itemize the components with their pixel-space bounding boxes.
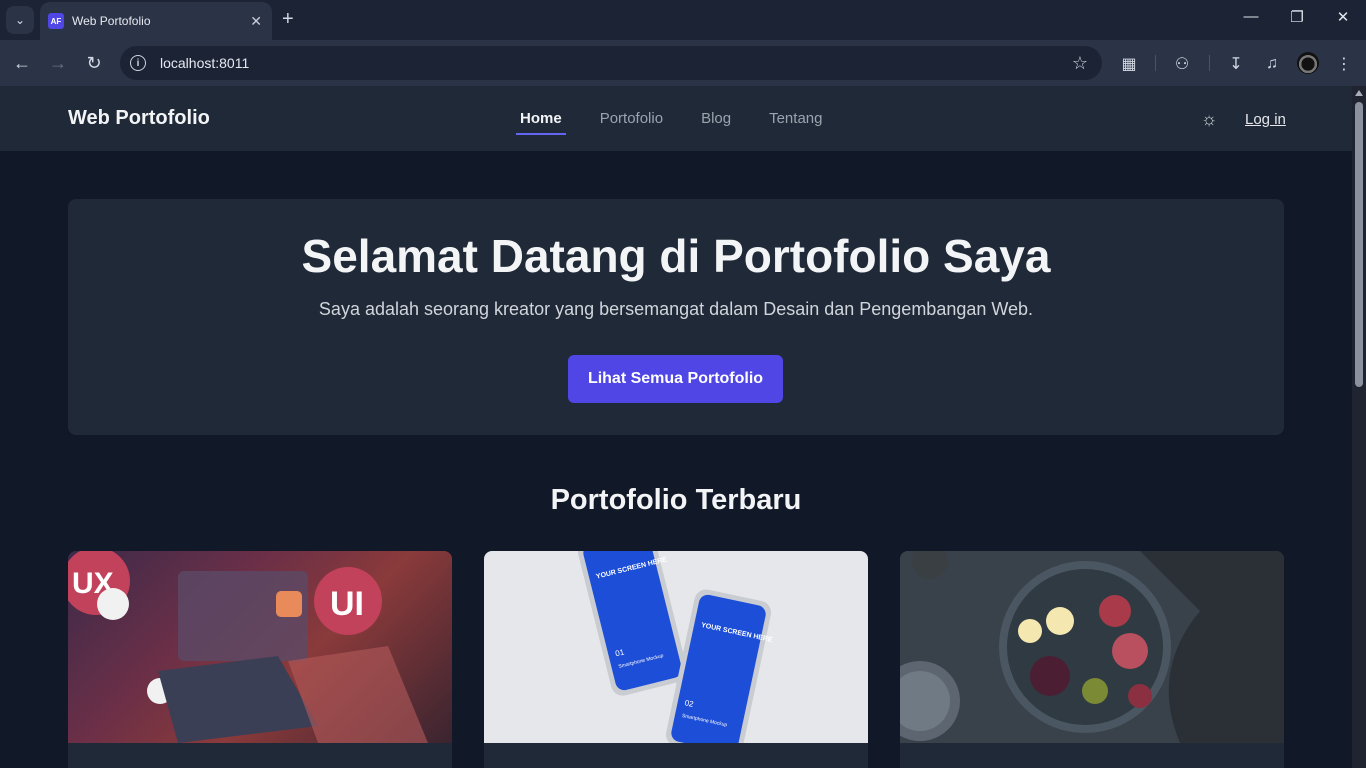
- back-icon[interactable]: ←: [10, 51, 34, 75]
- nav-item-portofolio[interactable]: Portofolio: [600, 110, 663, 133]
- url-text[interactable]: localhost:8011: [160, 55, 1072, 71]
- bookmark-star-icon[interactable]: ☆: [1072, 53, 1088, 74]
- portfolio-card[interactable]: UX UI: [68, 551, 452, 768]
- hero-section: Selamat Datang di Portofolio Saya Saya a…: [68, 199, 1284, 435]
- tab-title: Web Portofolio: [72, 14, 151, 28]
- site-brand[interactable]: Web Portofolio: [68, 107, 210, 130]
- browser-tab[interactable]: AF Web Portofolio ✕: [40, 2, 272, 40]
- nav-item-tentang[interactable]: Tentang: [769, 110, 822, 133]
- toolbar-divider: [1155, 55, 1156, 71]
- browser-toolbar: ← → ↻ i localhost:8011 ☆ ▦ ⚇ ↧ ♫ ⋮: [0, 40, 1366, 86]
- address-bar[interactable]: i localhost:8011 ☆: [120, 46, 1102, 80]
- translate-icon[interactable]: ⚇: [1170, 52, 1194, 76]
- download-icon[interactable]: ↧: [1224, 52, 1248, 76]
- image-text-ui: UI: [330, 585, 364, 623]
- restore-icon[interactable]: ❐: [1274, 8, 1320, 26]
- hero-title: Selamat Datang di Portofolio Saya: [301, 230, 1051, 282]
- main-nav: Home Portofolio Blog Tentang: [516, 110, 822, 135]
- nav-item-home[interactable]: Home: [516, 110, 566, 135]
- site-header: Web Portofolio Home Portofolio Blog Tent…: [0, 86, 1352, 151]
- scrollbar-thumb[interactable]: [1355, 102, 1363, 387]
- smartphone-mockup-illustration: YOUR SCREEN HERE 01 Smartphone Mockup YO…: [577, 551, 773, 758]
- browser-tab-strip: ⌄ AF Web Portofolio ✕ + — ❐ ✕: [0, 0, 1366, 40]
- hero-subtitle: Saya adalah seorang kreator yang bersema…: [318, 299, 1034, 319]
- view-all-portfolio-button[interactable]: Lihat Semua Portofolio: [568, 355, 783, 403]
- login-link[interactable]: Log in: [1245, 111, 1286, 128]
- nav-item-blog[interactable]: Blog: [701, 110, 731, 133]
- tab-search-icon[interactable]: ⌄: [6, 6, 34, 34]
- portfolio-thumbnail-food-platter[interactable]: [900, 551, 1284, 743]
- portfolio-card[interactable]: [900, 551, 1284, 768]
- forward-icon[interactable]: →: [46, 51, 70, 75]
- food-platter-illustration: [900, 551, 1284, 743]
- vertical-scrollbar[interactable]: [1352, 86, 1366, 768]
- ux-ui-illustration: UX UI: [68, 551, 428, 743]
- portfolio-thumbnail-smartphone-mockup[interactable]: YOUR SCREEN HERE 01 Smartphone Mockup YO…: [484, 551, 868, 758]
- toolbar-divider: [1209, 55, 1210, 71]
- new-tab-icon[interactable]: +: [282, 8, 294, 30]
- extensions-icon[interactable]: ▦: [1117, 52, 1141, 76]
- reload-icon[interactable]: ↻: [82, 51, 106, 75]
- favicon: AF: [48, 13, 64, 29]
- close-window-icon[interactable]: ✕: [1320, 8, 1366, 26]
- profile-avatar[interactable]: [1297, 52, 1319, 74]
- page-viewport: Web Portofolio Home Portofolio Blog Tent…: [0, 86, 1352, 768]
- portfolio-thumbnail-ux-ui[interactable]: UX UI: [68, 551, 452, 743]
- portfolio-card[interactable]: YOUR SCREEN HERE 01 Smartphone Mockup YO…: [484, 551, 868, 768]
- sun-icon[interactable]: ☼: [1199, 109, 1219, 129]
- close-tab-icon[interactable]: ✕: [250, 13, 262, 30]
- media-control-icon[interactable]: ♫: [1260, 52, 1284, 76]
- menu-kebab-icon[interactable]: ⋮: [1332, 52, 1356, 76]
- latest-portfolio-title: Portofolio Terbaru: [550, 484, 802, 516]
- site-info-icon[interactable]: i: [130, 55, 146, 71]
- minimize-icon[interactable]: —: [1228, 8, 1274, 25]
- scroll-up-arrow-icon[interactable]: [1355, 90, 1363, 96]
